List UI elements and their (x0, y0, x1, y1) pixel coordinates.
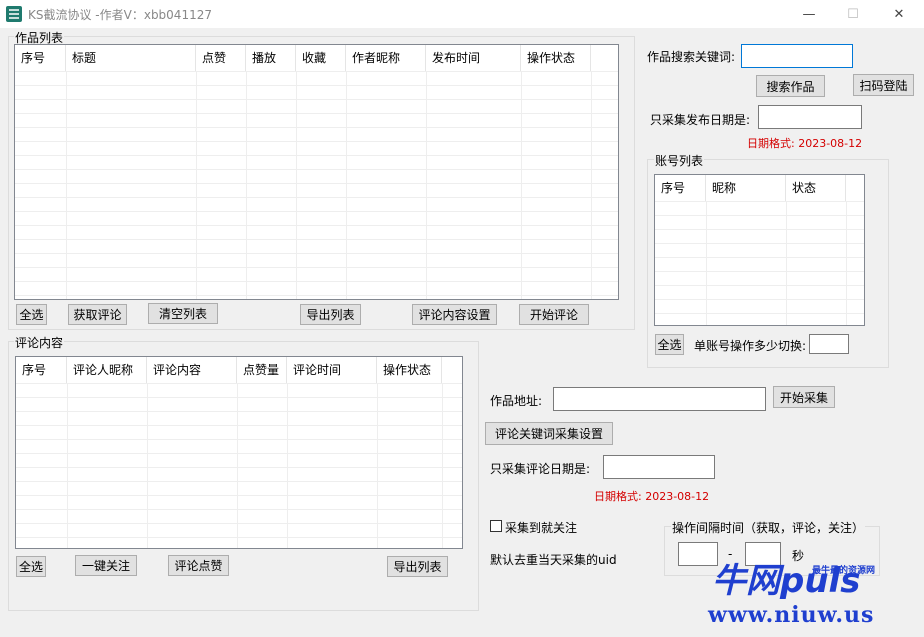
follow-on-collect-label: 采集到就关注 (505, 521, 578, 535)
comment-date-label: 只采集评论日期是: (490, 462, 591, 476)
accounts-col-index[interactable]: 序号 (655, 175, 706, 201)
watermark-url: www.niuw.us (708, 602, 875, 628)
publish-date-label: 只采集发布日期是: (650, 113, 751, 127)
grid-line (67, 383, 68, 548)
interval-group-label: 操作间隔时间（获取，评论，关注） (671, 519, 866, 536)
comments-list-header: 序号 评论人昵称 评论内容 点赞量 评论时间 操作状态 (16, 357, 462, 383)
works-col-likes[interactable]: 点赞 (196, 45, 246, 71)
works-col-author[interactable]: 作者昵称 (346, 45, 426, 71)
works-col-publish-time[interactable]: 发布时间 (426, 45, 521, 71)
scan-login-button[interactable]: 扫码登陆 (853, 74, 914, 96)
close-icon[interactable]: ✕ (876, 0, 922, 28)
grid-line (846, 201, 847, 325)
accounts-listview[interactable]: 序号 昵称 状态 (654, 174, 865, 326)
follow-on-collect-checkbox[interactable] (490, 520, 502, 532)
works-col-plays[interactable]: 播放 (246, 45, 296, 71)
grid-line (521, 71, 522, 299)
accounts-group-label: 账号列表 (654, 152, 705, 169)
comments-group-label: 评论内容 (14, 334, 65, 351)
comments-col-likes[interactable]: 点赞量 (237, 357, 287, 383)
comments-col-status[interactable]: 操作状态 (377, 357, 442, 383)
accounts-list-header: 序号 昵称 状态 (655, 175, 864, 201)
comments-col-commenter[interactable]: 评论人昵称 (67, 357, 147, 383)
search-works-button[interactable]: 搜索作品 (756, 75, 825, 97)
window-title: KS截流协议 -作者V：xbb041127 (28, 8, 212, 22)
account-switch-label: 单账号操作多少切换: (694, 339, 807, 353)
interval-separator: - (728, 547, 733, 561)
grid-line (296, 71, 297, 299)
start-collect-button[interactable]: 开始采集 (773, 386, 835, 408)
grid-line (706, 201, 707, 325)
grid-line (426, 71, 427, 299)
minimize-icon[interactable]: — (786, 0, 832, 28)
grid-line (346, 71, 347, 299)
app-icon (6, 6, 22, 22)
clear-list-button[interactable]: 清空列表 (148, 303, 218, 324)
works-col-favorites[interactable]: 收藏 (296, 45, 346, 71)
publish-date-input[interactable] (758, 105, 862, 129)
accounts-col-status[interactable]: 状态 (786, 175, 846, 201)
keyword-collect-settings-button[interactable]: 评论关键词采集设置 (485, 422, 613, 445)
works-listview[interactable]: 序号 标题 点赞 播放 收藏 作者昵称 发布时间 操作状态 (14, 44, 619, 300)
works-export-list-button[interactable]: 导出列表 (300, 304, 361, 325)
comments-col-content[interactable]: 评论内容 (147, 357, 237, 383)
comments-col-time[interactable]: 评论时间 (287, 357, 377, 383)
like-comments-button[interactable]: 评论点赞 (168, 555, 229, 576)
grid-line (786, 201, 787, 325)
comments-listview[interactable]: 序号 评论人昵称 评论内容 点赞量 评论时间 操作状态 (15, 356, 463, 549)
grid-line (442, 383, 443, 548)
start-comment-button[interactable]: 开始评论 (519, 304, 589, 325)
grid-line (591, 71, 592, 299)
dedupe-uid-label: 默认去重当天采集的uid (490, 553, 617, 567)
comments-list-body[interactable] (16, 383, 462, 548)
works-list-body[interactable] (15, 71, 618, 299)
accounts-select-all-button[interactable]: 全选 (655, 334, 684, 355)
comment-date-input[interactable] (603, 455, 715, 479)
follow-all-button[interactable]: 一键关注 (75, 555, 137, 576)
comments-col-index[interactable]: 序号 (16, 357, 67, 383)
work-url-input[interactable] (553, 387, 766, 411)
search-keyword-label: 作品搜索关键词: (647, 50, 736, 64)
works-col-status[interactable]: 操作状态 (521, 45, 591, 71)
get-comments-button[interactable]: 获取评论 (68, 304, 127, 325)
grid-line (147, 383, 148, 548)
works-list-header: 序号 标题 点赞 播放 收藏 作者昵称 发布时间 操作状态 (15, 45, 618, 71)
comments-select-all-button[interactable]: 全选 (16, 556, 46, 577)
publish-date-format-hint: 日期格式: 2023-08-12 (747, 137, 863, 150)
works-col-title[interactable]: 标题 (66, 45, 196, 71)
title-bar: KS截流协议 -作者V：xbb041127 — ☐ ✕ (0, 0, 924, 28)
watermark-tagline: 最牛最的资源网 (812, 566, 876, 576)
grid-line (246, 71, 247, 299)
accounts-col-nickname[interactable]: 昵称 (706, 175, 786, 201)
account-switch-input[interactable] (809, 334, 849, 354)
comments-export-list-button[interactable]: 导出列表 (387, 556, 448, 577)
accounts-list-body[interactable] (655, 201, 864, 325)
comment-date-format-hint: 日期格式: 2023-08-12 (594, 490, 710, 503)
grid-line (66, 71, 67, 299)
grid-line (237, 383, 238, 548)
works-select-all-button[interactable]: 全选 (16, 304, 47, 325)
grid-line (196, 71, 197, 299)
works-col-index[interactable]: 序号 (15, 45, 66, 71)
work-url-label: 作品地址: (490, 394, 543, 408)
search-keyword-input[interactable] (741, 44, 853, 68)
grid-line (377, 383, 378, 548)
grid-line (287, 383, 288, 548)
comment-content-settings-button[interactable]: 评论内容设置 (412, 304, 497, 325)
maximize-icon[interactable]: ☐ (830, 0, 876, 28)
